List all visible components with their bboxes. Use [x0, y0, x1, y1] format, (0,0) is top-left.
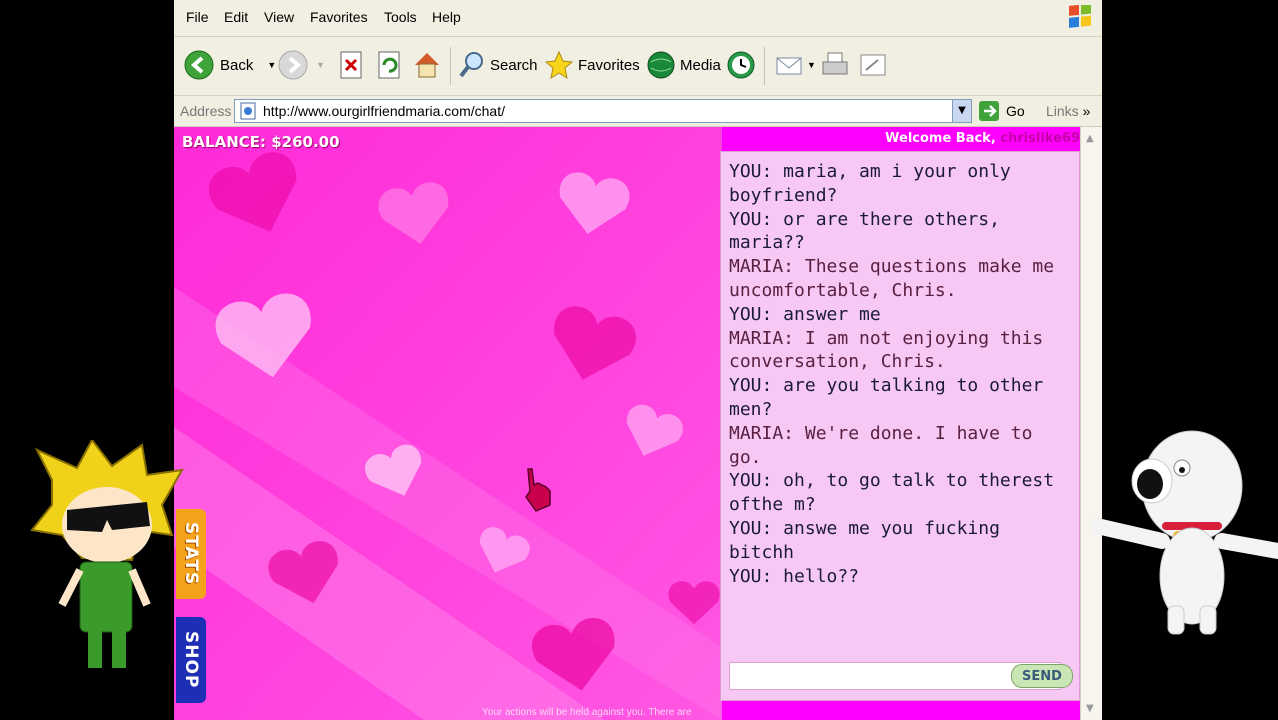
- stop-page-icon: [340, 51, 362, 79]
- address-url: http://www.ourgirlfriendmaria.com/chat/: [263, 103, 505, 119]
- chat-message: YOU: hello??: [729, 565, 860, 587]
- print-button[interactable]: [820, 45, 850, 85]
- address-bar: Address http://www.ourgirlfriendmaria.co…: [174, 96, 1102, 127]
- stop-button[interactable]: [338, 45, 364, 85]
- chat-message: MARIA: These questions make me uncomfort…: [729, 256, 1055, 301]
- browser-window: File Edit View Favorites Tools Help Back…: [174, 0, 1102, 720]
- star-icon: [544, 50, 574, 80]
- media-button[interactable]: Media: [646, 45, 721, 85]
- footer-disclaimer: Your actions will be held against you. T…: [482, 707, 692, 718]
- page-icon: [240, 102, 256, 120]
- search-button[interactable]: Search: [458, 45, 538, 85]
- chat-message: YOU: answe me you fucking bitchh: [729, 517, 1000, 563]
- chat-message: YOU: maria, am i your only boyfriend?: [729, 161, 1011, 206]
- scroll-down-icon[interactable]: ▼: [1086, 703, 1094, 714]
- go-label: Go: [1006, 103, 1025, 119]
- edit-page-icon: [860, 54, 886, 76]
- search-label: Search: [490, 56, 538, 74]
- back-arrow-icon: [184, 50, 214, 80]
- toolbar: Back ▼ ▼ Search Favorites Media ▼: [174, 37, 1102, 96]
- chat-message: YOU: or are there others, maria??: [729, 208, 1000, 254]
- favorites-label: Favorites: [578, 56, 640, 74]
- media-globe-icon: [647, 51, 675, 79]
- back-dropdown-icon[interactable]: ▼: [267, 60, 276, 70]
- go-button[interactable]: Go: [978, 100, 1025, 122]
- refresh-icon: [378, 51, 400, 79]
- windows-logo-icon: [1069, 5, 1091, 28]
- address-input[interactable]: http://www.ourgirlfriendmaria.com/chat/ …: [234, 99, 972, 123]
- page-content: BALANCE: $260.00 Welcome Back, chrislike…: [174, 127, 1102, 720]
- links-label[interactable]: Links »: [1046, 103, 1090, 119]
- chat-message: YOU: oh, to go talk to therest ofthe m?: [729, 470, 1055, 516]
- printer-icon: [822, 52, 848, 75]
- send-button[interactable]: SEND: [1011, 664, 1073, 688]
- toolbar-separator: [450, 47, 451, 85]
- menu-view[interactable]: View: [264, 9, 294, 25]
- cartoon-dog-icon: [1092, 430, 1278, 635]
- menu-bar: File Edit View Favorites Tools Help: [174, 0, 1102, 37]
- address-dropdown-icon[interactable]: ▼: [952, 100, 971, 122]
- cartoon-character-blonde-icon: [30, 440, 184, 668]
- edit-button[interactable]: [858, 45, 888, 85]
- forward-arrow-icon: [278, 50, 308, 80]
- back-button[interactable]: Back ▼: [184, 45, 276, 85]
- toolbar-separator: [764, 47, 765, 85]
- scroll-up-icon[interactable]: ▲: [1086, 133, 1094, 144]
- refresh-button[interactable]: [376, 45, 402, 85]
- hand-cursor-icon: [525, 468, 551, 512]
- address-label: Address: [180, 103, 232, 119]
- balance-display: BALANCE: $260.00: [182, 133, 340, 151]
- search-icon: [459, 52, 483, 78]
- forward-dropdown-icon[interactable]: ▼: [316, 60, 325, 70]
- home-icon: [415, 53, 439, 78]
- mail-button[interactable]: ▼: [774, 45, 816, 85]
- chat-message: YOU: answer me: [729, 303, 881, 325]
- chat-log: YOU: maria, am i your only boyfriend? YOU…: [729, 160, 1073, 588]
- back-label: Back: [220, 56, 254, 74]
- mail-dropdown-icon[interactable]: ▼: [807, 60, 816, 70]
- menu-file[interactable]: File: [186, 9, 209, 25]
- go-arrow-icon: [979, 101, 999, 121]
- chat-message: YOU: are you talking to other men?: [729, 375, 1044, 420]
- chat-message: MARIA: I am not enjoying this conversati…: [729, 327, 1044, 373]
- menu-favorites[interactable]: Favorites: [310, 9, 368, 25]
- welcome-message: Welcome Back, chrislike69: [885, 131, 1080, 146]
- favorites-button[interactable]: Favorites: [544, 45, 640, 85]
- username: chrislike69: [1000, 131, 1080, 146]
- menu-tools[interactable]: Tools: [384, 9, 417, 25]
- history-button[interactable]: [726, 45, 756, 85]
- welcome-text: Welcome Back,: [885, 131, 996, 146]
- menu-help[interactable]: Help: [432, 9, 461, 25]
- media-label: Media: [680, 56, 721, 74]
- chat-panel: YOU: maria, am i your only boyfriend? YOU…: [720, 151, 1080, 701]
- menu-edit[interactable]: Edit: [224, 9, 248, 25]
- mail-icon: [776, 57, 802, 75]
- forward-button[interactable]: ▼: [278, 45, 325, 85]
- home-button[interactable]: [412, 45, 442, 85]
- chat-message: MARIA: We're done. I have to go.: [729, 422, 1033, 468]
- history-clock-icon: [727, 51, 755, 79]
- hearts-background: [174, 127, 722, 720]
